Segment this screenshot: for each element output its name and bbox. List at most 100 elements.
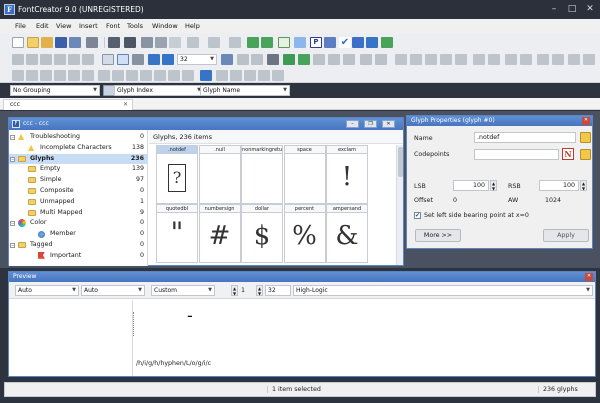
- preview-text-string[interactable]: /h/i/g/h/hyphen/L/o/g/i/c: [136, 360, 211, 367]
- glyph-cell[interactable]: exclam!: [326, 145, 368, 204]
- left-bearing-checkbox[interactable]: ✔: [414, 212, 421, 219]
- metrics-right-icon[interactable]: [112, 70, 124, 81]
- zoom-in-icon[interactable]: [148, 54, 160, 65]
- lsb-spinner[interactable]: ▲ ▼: [490, 180, 497, 191]
- menu-help[interactable]: Help: [185, 22, 200, 30]
- tree-item[interactable]: Unmapped 1: [9, 197, 148, 207]
- glyph-cell[interactable]: dollar $: [241, 204, 283, 263]
- preview-text-select[interactable]: Custom ▼: [151, 285, 215, 296]
- tree-item[interactable]: − Tagged 0: [9, 240, 148, 250]
- ellipse-icon[interactable]: [258, 70, 270, 81]
- rsb-spinner[interactable]: ▲ ▼: [580, 180, 587, 191]
- preview-size-input[interactable]: 32: [265, 285, 291, 296]
- hand-tool-icon[interactable]: [40, 54, 52, 65]
- contour-direction-icon[interactable]: [200, 70, 212, 81]
- binoculars-icon[interactable]: [124, 37, 136, 48]
- frame-alt-icon[interactable]: [520, 54, 532, 65]
- layer-icon[interactable]: [568, 54, 580, 65]
- codepoints-input[interactable]: [474, 149, 559, 160]
- tree-item[interactable]: Multi Mapped 9: [9, 208, 148, 218]
- help-icon[interactable]: [381, 37, 393, 48]
- scrollbar-thumb[interactable]: [398, 147, 403, 177]
- preview-close-icon[interactable]: ✕: [585, 273, 593, 281]
- font-overview-icon[interactable]: [294, 37, 306, 48]
- maximize-icon[interactable]: □: [564, 3, 580, 15]
- add-contour-icon[interactable]: [283, 54, 295, 65]
- tree-item[interactable]: Composite 0: [9, 186, 148, 196]
- hinting-select[interactable]: High-Logic ▼: [293, 285, 593, 296]
- preview-mode-select[interactable]: Auto ▼: [15, 285, 79, 296]
- paste-icon[interactable]: [169, 37, 181, 48]
- eraser-tool-icon[interactable]: [82, 54, 94, 65]
- print-icon[interactable]: [86, 37, 98, 48]
- child-minimize-icon[interactable]: –: [346, 120, 359, 128]
- more-button[interactable]: More >>: [415, 229, 461, 242]
- splitter-handle[interactable]: [133, 312, 137, 336]
- scale-icon[interactable]: [54, 70, 66, 81]
- center-icon[interactable]: [182, 70, 194, 81]
- tree-item[interactable]: Member 0: [9, 229, 148, 239]
- arrow-left-icon[interactable]: [154, 70, 166, 81]
- outline-icon[interactable]: [82, 70, 94, 81]
- cut-icon[interactable]: [141, 37, 153, 48]
- expander-icon[interactable]: −: [10, 156, 15, 162]
- box-outline-icon[interactable]: [488, 54, 500, 65]
- stepper2-spinner[interactable]: ▲ ▼: [256, 285, 263, 296]
- transform-icon[interactable]: [324, 37, 336, 48]
- grid-small-icon[interactable]: [395, 54, 407, 65]
- select-tool-icon[interactable]: [12, 54, 24, 65]
- glyph-cell[interactable]: quotedbl ": [156, 204, 198, 263]
- pen-icon[interactable]: [216, 70, 228, 81]
- test-font-icon[interactable]: [352, 37, 364, 48]
- frame-icon[interactable]: [505, 54, 517, 65]
- rsb-input[interactable]: 100: [539, 180, 579, 191]
- skew-icon[interactable]: [68, 70, 80, 81]
- find-icon[interactable]: [108, 37, 120, 48]
- merge-icon[interactable]: [328, 54, 340, 65]
- install-font-icon[interactable]: [366, 37, 378, 48]
- node-tool-icon[interactable]: [117, 54, 129, 65]
- zoom-select[interactable]: 32 ▼: [177, 54, 217, 65]
- edit-codepoints-icon[interactable]: [580, 149, 591, 160]
- box-icon[interactable]: [473, 54, 485, 65]
- fit-icon[interactable]: [221, 54, 233, 65]
- stepper1-spinner[interactable]: ▲ ▼: [231, 285, 238, 296]
- refresh-icon[interactable]: [229, 37, 241, 48]
- tree-item[interactable]: ▲ Incomplete Characters 138: [9, 143, 148, 153]
- glyph-cell[interactable]: numbersign #: [198, 204, 241, 263]
- arrow-up-icon[interactable]: [126, 70, 138, 81]
- glyph-cell[interactable]: space: [283, 145, 326, 204]
- copy-icon[interactable]: [155, 37, 167, 48]
- menu-font[interactable]: Font: [106, 22, 120, 30]
- properties-icon[interactable]: P: [310, 37, 322, 48]
- glyph-name-input[interactable]: .notdef: [474, 132, 576, 143]
- expander-icon[interactable]: −: [10, 135, 15, 140]
- lasso-tool-icon[interactable]: [26, 54, 38, 65]
- open-recent-icon[interactable]: [41, 37, 53, 48]
- rename-icon[interactable]: [580, 132, 591, 143]
- arrow-right-icon[interactable]: [168, 70, 180, 81]
- glyph-cell[interactable]: .null: [198, 145, 241, 204]
- menu-insert[interactable]: Insert: [79, 22, 98, 30]
- undo-icon[interactable]: [187, 37, 199, 48]
- menu-file[interactable]: File: [15, 22, 26, 30]
- flip-v-icon[interactable]: [40, 70, 52, 81]
- sort-index-select[interactable]: Glyph Index▼: [114, 85, 204, 96]
- sort-name-select[interactable]: Glyph Name ▼: [200, 85, 290, 96]
- menu-edit[interactable]: Edit: [36, 22, 49, 30]
- lsb-input[interactable]: 100: [453, 180, 489, 191]
- grid-icon[interactable]: [267, 54, 279, 65]
- redo-icon[interactable]: [208, 37, 220, 48]
- measure-tool-icon[interactable]: [132, 54, 144, 65]
- tree-item[interactable]: Simple 97: [9, 175, 148, 185]
- handle-br-icon[interactable]: [455, 54, 467, 65]
- preview-direction-select[interactable]: Auto ▼: [81, 285, 145, 296]
- new-file-icon[interactable]: [12, 37, 24, 48]
- checkmark-icon[interactable]: ✔: [339, 37, 351, 48]
- save-all-icon[interactable]: [69, 37, 81, 48]
- unicode-icon[interactable]: N: [562, 148, 574, 160]
- menu-window[interactable]: Window: [152, 22, 178, 30]
- layer-alt-icon[interactable]: [583, 54, 595, 65]
- glyph-cell[interactable]: .notdef?: [156, 145, 198, 204]
- glyph-cell[interactable]: ampersand &: [326, 204, 368, 263]
